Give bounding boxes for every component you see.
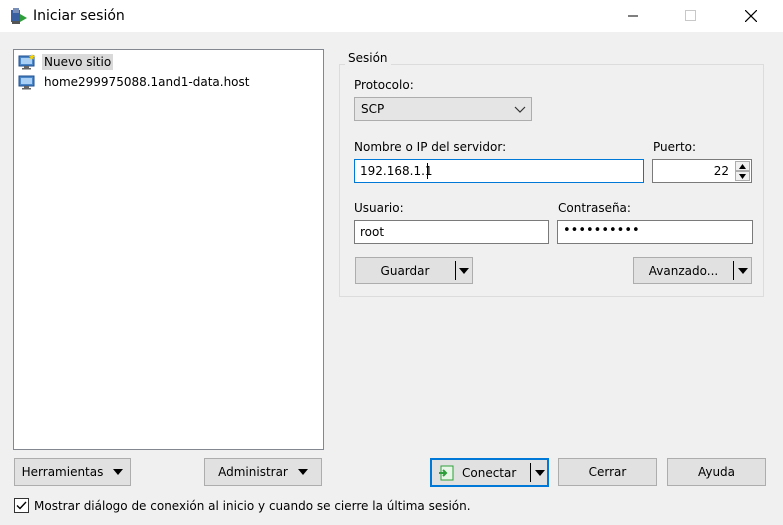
connect-button-label: Conectar	[462, 466, 517, 480]
login-icon	[438, 465, 454, 481]
port-increment-button[interactable]	[735, 161, 750, 171]
host-input[interactable]: 192.168.1.1	[354, 159, 644, 183]
chevron-up-icon	[739, 163, 746, 169]
save-split-button[interactable]: Guardar	[355, 257, 473, 284]
user-input[interactable]: root	[354, 220, 549, 244]
port-stepper[interactable]: 22	[652, 159, 752, 183]
password-input[interactable]: ••••••••••	[557, 220, 753, 244]
user-value: root	[360, 225, 385, 239]
user-label: Usuario:	[354, 201, 404, 215]
checkmark-icon	[16, 501, 27, 510]
maximize-button[interactable]	[668, 0, 714, 32]
new-site-icon	[18, 54, 36, 70]
connect-split-button[interactable]: Conectar	[430, 458, 549, 487]
caret-down-icon	[738, 267, 748, 274]
caret-down-icon	[459, 267, 469, 274]
session-group-legend: Sesión	[345, 51, 391, 65]
minimize-icon	[628, 15, 638, 17]
maximize-icon	[685, 10, 696, 21]
caret-down-icon	[297, 469, 308, 475]
help-button-label: Ayuda	[697, 465, 736, 479]
port-label: Puerto:	[653, 140, 697, 154]
close-button[interactable]	[728, 0, 774, 32]
connect-dropdown-arrow[interactable]	[531, 460, 549, 485]
advanced-split-button[interactable]: Avanzado...	[633, 257, 752, 284]
save-dropdown-arrow[interactable]	[455, 258, 473, 283]
protocol-label: Protocolo:	[354, 78, 414, 92]
tree-item-label: Nuevo sitio	[42, 54, 114, 70]
tree-item-new-site[interactable]: Nuevo sitio	[18, 53, 114, 71]
tree-item-label: home299975088.1and1-data.host	[44, 75, 250, 89]
port-value: 22	[713, 164, 729, 178]
protocol-select[interactable]: SCP	[354, 97, 532, 121]
password-value: ••••••••••	[563, 223, 640, 238]
close-icon	[745, 10, 757, 22]
caret-down-icon	[113, 469, 124, 475]
port-decrement-button[interactable]	[735, 171, 750, 181]
manage-button[interactable]: Administrar	[204, 458, 322, 486]
winscp-app-icon	[9, 6, 29, 26]
help-button[interactable]: Ayuda	[667, 458, 766, 486]
window-title: Iniciar sesión	[33, 8, 125, 24]
close-dialog-button[interactable]: Cerrar	[558, 458, 657, 486]
manage-button-label: Administrar	[218, 465, 288, 479]
tree-item-saved-site[interactable]: home299975088.1and1-data.host	[18, 73, 251, 91]
minimize-button[interactable]	[610, 0, 656, 32]
save-button-label: Guardar	[380, 263, 430, 278]
advanced-dropdown-arrow[interactable]	[734, 258, 752, 283]
protocol-value: SCP	[361, 102, 385, 116]
site-tree[interactable]: Nuevo sitio home299975088.1and1-data.hos…	[13, 49, 324, 450]
computer-icon	[18, 74, 36, 90]
host-value: 192.168.1.1	[360, 164, 433, 178]
text-cursor	[427, 163, 428, 179]
advanced-button-label: Avanzado...	[648, 263, 719, 278]
tools-button-label: Herramientas	[21, 465, 104, 479]
chevron-down-icon	[514, 106, 526, 113]
tools-button[interactable]: Herramientas	[14, 458, 131, 486]
close-button-label: Cerrar	[588, 465, 627, 479]
show-dialog-checkbox[interactable]	[14, 498, 29, 513]
chevron-down-icon	[739, 173, 746, 179]
caret-down-icon	[535, 469, 545, 476]
host-label: Nombre o IP del servidor:	[354, 140, 507, 154]
password-label: Contraseña:	[558, 201, 631, 215]
show-dialog-checkbox-label[interactable]: Mostrar diálogo de conexión al inicio y …	[34, 499, 471, 513]
